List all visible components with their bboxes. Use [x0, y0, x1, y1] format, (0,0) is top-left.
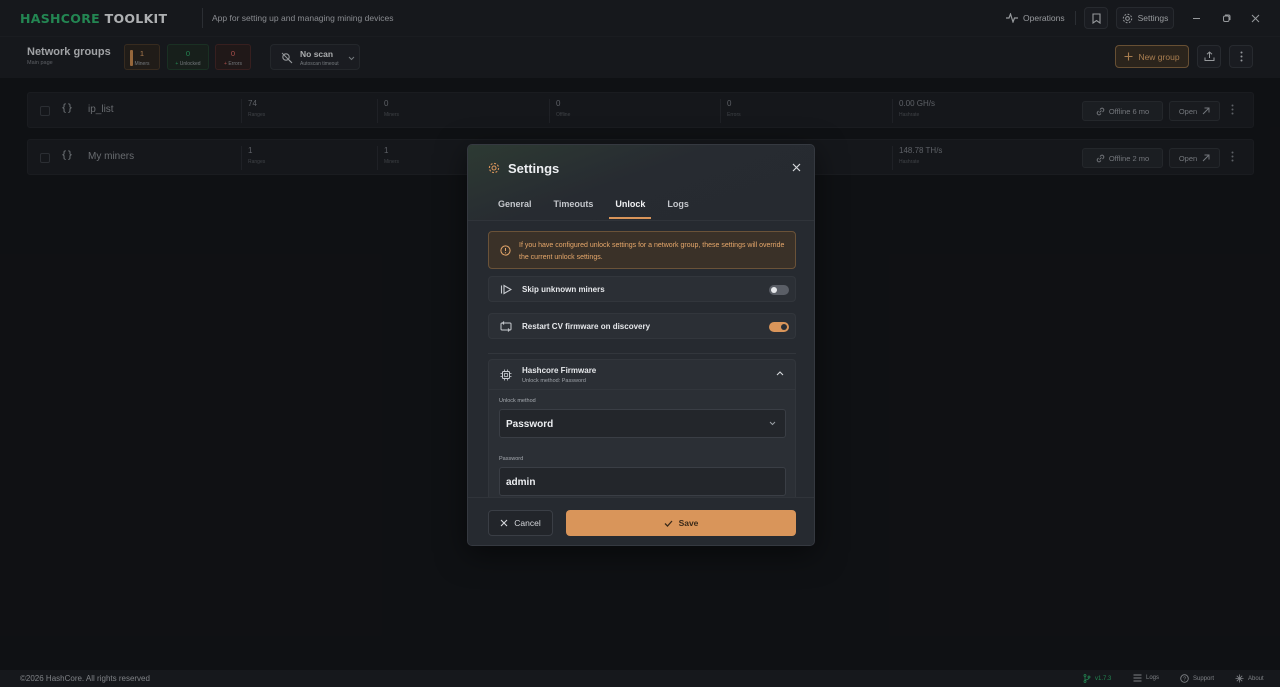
- dialog-header: Settings General Timeouts Unlock Logs: [468, 145, 814, 221]
- close-icon: [500, 519, 508, 527]
- save-label: Save: [678, 518, 699, 528]
- override-notice: If you have configured unlock settings f…: [488, 231, 796, 269]
- save-button[interactable]: Save: [566, 510, 796, 536]
- dialog-body[interactable]: If you have configured unlock settings f…: [468, 222, 814, 497]
- unlock-method-label: Unlock method: [499, 398, 536, 404]
- section-divider: [488, 353, 796, 354]
- password-input[interactable]: admin: [499, 467, 786, 496]
- option-label: Skip unknown miners: [522, 285, 605, 294]
- tab-timeouts[interactable]: Timeouts: [554, 199, 594, 219]
- tab-general[interactable]: General: [498, 199, 532, 219]
- restart-icon: [500, 321, 512, 332]
- close-icon[interactable]: [792, 163, 801, 172]
- notice-text: If you have configured unlock settings f…: [519, 242, 785, 261]
- dialog-footer: Cancel Save: [468, 497, 814, 545]
- unlock-method-select[interactable]: Password: [499, 409, 786, 438]
- tab-logs[interactable]: Logs: [667, 199, 689, 219]
- info-icon: [500, 245, 511, 256]
- chevron-up-icon[interactable]: [776, 371, 784, 376]
- check-icon: [664, 520, 673, 527]
- firmware-section: Hashcore Firmware Unlock method: Passwor…: [488, 359, 796, 497]
- option-restart-firmware[interactable]: Restart CV firmware on discovery: [488, 313, 796, 339]
- option-skip-unknown[interactable]: Skip unknown miners: [488, 276, 796, 302]
- skip-unknown-toggle[interactable]: [769, 285, 789, 295]
- cancel-button[interactable]: Cancel: [488, 510, 553, 536]
- toggle-knob: [771, 287, 777, 293]
- settings-tabs: General Timeouts Unlock Logs: [498, 199, 711, 219]
- chip-icon: [500, 369, 512, 381]
- chevron-down-icon: [769, 421, 776, 426]
- option-label: Restart CV firmware on discovery: [522, 322, 651, 331]
- cancel-label: Cancel: [514, 518, 541, 528]
- unlock-method-value: Password: [506, 419, 554, 430]
- firmware-header[interactable]: Hashcore Firmware Unlock method: Passwor…: [489, 360, 795, 390]
- settings-dialog: Settings General Timeouts Unlock Logs If…: [467, 144, 815, 546]
- restart-firmware-toggle[interactable]: [769, 322, 789, 332]
- firmware-subtitle: Unlock method: Password: [522, 378, 586, 384]
- firmware-title: Hashcore Firmware: [522, 366, 597, 375]
- password-value: admin: [506, 477, 536, 488]
- dialog-title: Settings: [508, 161, 560, 176]
- skip-icon: [500, 284, 512, 295]
- toggle-knob: [781, 324, 787, 330]
- password-label: Password: [499, 456, 524, 462]
- tab-unlock[interactable]: Unlock: [609, 199, 652, 219]
- gear-icon: [488, 162, 500, 174]
